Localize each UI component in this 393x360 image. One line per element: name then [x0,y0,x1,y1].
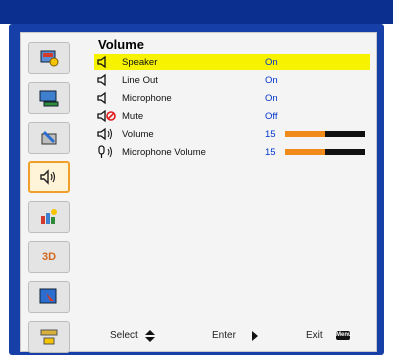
menu-row-label: Microphone [122,93,172,104]
speaker-icon [97,91,106,105]
options-icon [41,209,57,224]
volume-slider[interactable] [285,131,365,137]
exit-hint-label: Exit [306,330,323,341]
menu-row-label: Mute [122,111,144,122]
top-bar [0,0,393,24]
volume-icon [40,169,56,185]
menu-row-mute[interactable]: Mute Off [94,108,370,124]
sidebar-item-options[interactable] [28,201,70,233]
menu-row-label: Volume [122,129,154,140]
volume-level-icon [97,127,112,141]
menu-row-value: On [265,57,278,68]
menu-row-microphone[interactable]: Microphone On [94,90,370,106]
menu-row-value: 15 [265,147,276,158]
microphone-volume-icon [98,145,112,158]
menu-row-label: Line Out [122,75,158,86]
menu-row-label: Microphone Volume [122,147,206,158]
menu-row-value: On [265,75,278,86]
footer-hints: Select Enter Exit Menu [96,328,366,344]
menu-row-speaker[interactable]: Speaker On [94,54,370,70]
up-down-arrows-icon [145,330,155,342]
display-settings-icon [39,90,59,107]
speaker-icon [97,73,106,87]
speaker-icon [97,55,106,69]
menu-row-value: Off [265,111,278,122]
volume-slider-fill [285,131,325,137]
menu-row-value: 15 [265,129,276,140]
picture-settings-icon [40,50,59,67]
menu-row-label: Speaker [122,57,158,68]
menu-row-value: On [265,93,278,104]
setup-wrench-icon [41,130,57,145]
sidebar-item-picture[interactable] [28,42,70,74]
menu-key-icon: Menu [336,331,352,340]
menu-row-line-out[interactable]: Line Out On [94,72,370,88]
mute-icon [97,109,116,123]
right-arrow-icon [252,331,258,341]
sidebar-item-setup[interactable] [28,122,70,154]
sidebar-item-display[interactable] [28,82,70,114]
menu-row-microphone-volume[interactable]: Microphone Volume 15 [94,144,370,160]
page-title: Volume [98,37,144,52]
enter-hint-label: Enter [212,330,236,341]
sidebar-item-volume[interactable] [28,161,70,193]
sidebar-item-screen[interactable] [28,281,70,313]
network-icon [40,329,58,345]
microphone-volume-slider[interactable] [285,149,365,155]
menu-row-volume[interactable]: Volume 15 [94,126,370,142]
3d-icon: 3D [41,251,57,263]
screen-pointer-icon [39,288,57,305]
sidebar-item-network[interactable] [28,321,70,353]
sidebar-item-3d[interactable]: 3D [28,241,70,273]
microphone-volume-slider-fill [285,149,325,155]
select-hint-label: Select [110,330,138,341]
